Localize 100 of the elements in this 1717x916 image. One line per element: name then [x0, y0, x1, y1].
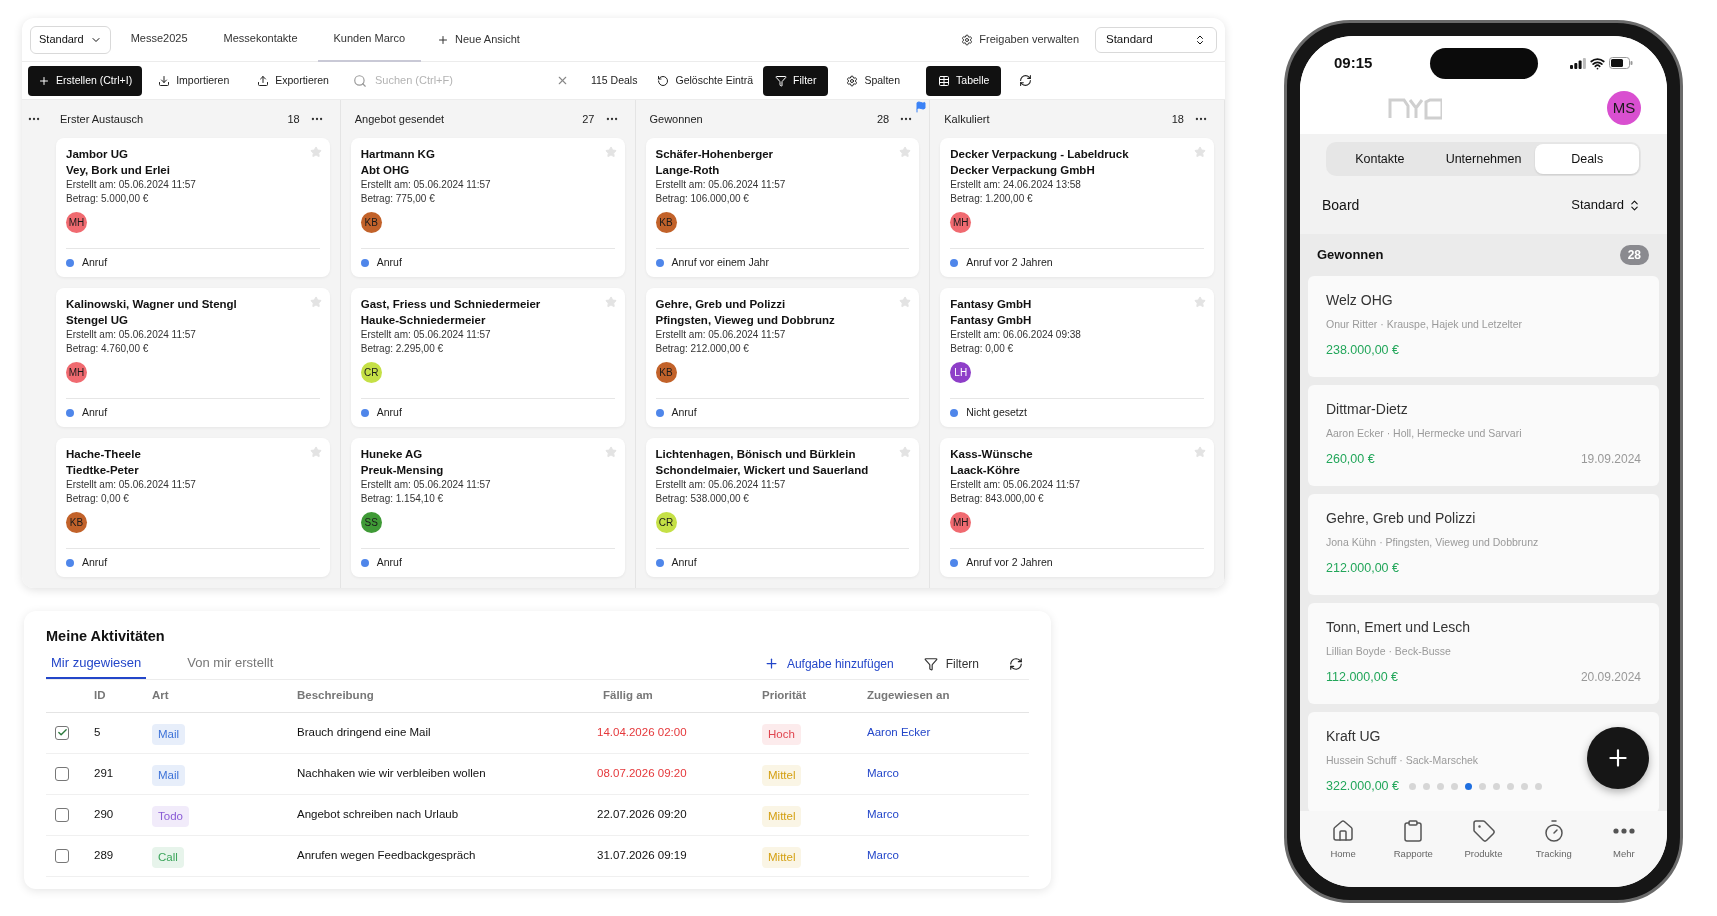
row-checkbox[interactable]: [55, 848, 69, 863]
deal-card[interactable]: Gehre, Greb und Polizzi Pfingsten, Vieweg und Dobbrunz Erstellt am: 05.06.2024 11:57 Betrag: 212.000,00 € KB Anruf: [645, 288, 920, 427]
new-view-button[interactable]: Neue Ansicht: [425, 25, 532, 54]
column-title: Angebot gesendet: [354, 111, 445, 127]
columns-button[interactable]: Spalten: [832, 65, 915, 96]
create-button[interactable]: Erstellen (Ctrl+I): [28, 65, 143, 96]
nav-item[interactable]: Tracking: [1518, 819, 1589, 887]
assignee-link[interactable]: Marco: [867, 765, 1029, 783]
deleted-entries-button[interactable]: Gelöschte Einträ: [651, 65, 760, 96]
deal-card[interactable]: Schäfer-Hohenberger Lange-Roth Erstellt am: 05.06.2024 11:57 Betrag: 106.000,00 € KB Anruf vor einem Jahr: [645, 138, 920, 277]
assignee-link[interactable]: Aaron Ecker: [867, 724, 1029, 742]
assignee-link[interactable]: Marco: [867, 806, 1029, 824]
search-field[interactable]: Suchen (Ctrl+F): [374, 72, 548, 89]
view-select[interactable]: Standard: [30, 25, 111, 54]
segment-tab[interactable]: Kontakte: [1328, 144, 1432, 174]
view-dropdown[interactable]: Standard: [1095, 26, 1217, 53]
deal-date: 19.09.2024: [1580, 451, 1641, 469]
star-icon[interactable]: [604, 296, 617, 308]
deal-card[interactable]: Kalinowski, Wagner und Stengl Stengel UG Erstellt am: 05.06.2024 11:57 Betrag: 4.760,00 € MH Anruf: [56, 288, 330, 427]
deal-card[interactable]: Welz OHG Onur Ritter · Krauspe, Hajek und Letzelter 238.000,00 €: [1308, 276, 1659, 377]
deal-title: Gehre, Greb und Polizzi: [655, 297, 786, 312]
star-icon[interactable]: [309, 446, 322, 458]
home-icon: [1331, 819, 1356, 843]
add-task-button[interactable]: Aufgabe hinzufügen: [763, 648, 894, 679]
nav-item[interactable]: Home: [1308, 819, 1379, 887]
activity-label: Anruf: [82, 255, 108, 271]
export-button[interactable]: Exportieren: [245, 65, 341, 96]
activity-label: Anruf: [376, 255, 402, 271]
refresh-icon[interactable]: [1009, 656, 1023, 671]
avatar: KB: [66, 512, 87, 533]
deal-title: Hartmann KG: [360, 147, 435, 162]
avatar: MH: [66, 212, 87, 233]
activity-label: Anruf: [376, 555, 402, 571]
star-icon[interactable]: [604, 146, 617, 158]
refresh-icon[interactable]: [1019, 74, 1033, 87]
deal-card[interactable]: Gast, Friess und Schniedermeier Hauke-Schniedermeier Erstellt am: 05.06.2024 11:57 Betrag: 2.295,00 € CR Anruf: [350, 288, 625, 427]
activity-id: 289: [94, 848, 115, 864]
column-count: 18: [1171, 111, 1184, 127]
filter-button[interactable]: Filtern: [923, 648, 979, 679]
segment-tab[interactable]: Unternehmen: [1431, 144, 1536, 174]
deal-card[interactable]: Jambor UG Vey, Bork und Erlei Erstellt am: 05.06.2024 11:57 Betrag: 5.000,00 € MH Anruf: [56, 138, 330, 277]
column-title: Erster Austausch: [60, 111, 144, 127]
deal-card[interactable]: Hartmann KG Abt OHG Erstellt am: 05.06.2024 11:57 Betrag: 775,00 € KB Anruf: [350, 138, 625, 277]
deal-subtitle: Onur Ritter · Krauspe, Hajek und Letzelter: [1326, 317, 1523, 332]
type-tag: Call: [152, 846, 184, 868]
activity-description: Nachhaken wie wir verbleiben wollen: [297, 766, 487, 782]
activity-label: Anruf vor einem Jahr: [671, 255, 769, 271]
due-date: 08.07.2026 09:20: [597, 766, 688, 782]
column-header: Art: [152, 688, 170, 704]
share-button[interactable]: Freigaben verwalten: [953, 25, 1087, 54]
deal-card[interactable]: Hache-Theele Tiedtke-Peter Erstellt am: 05.06.2024 11:57 Betrag: 0,00 € KB Anruf: [56, 438, 330, 577]
deal-card[interactable]: Kass-Wünsche Laack-Köhre Erstellt am: 05.06.2024 11:57 Betrag: 843.000,00 € MH Anruf vor 2 Jahren: [940, 438, 1214, 577]
segment-tab[interactable]: Deals: [1535, 144, 1639, 174]
view-tab[interactable]: Messe2025: [114, 18, 204, 62]
assignee-link[interactable]: Marco: [867, 847, 1029, 865]
nav-item[interactable]: Rapporte: [1378, 819, 1449, 887]
deal-card[interactable]: Fantasy GmbH Fantasy GmbH Erstellt am: 06.06.2024 09:38 Betrag: 0,00 € LH Nicht gesetzt: [940, 288, 1214, 427]
star-icon[interactable]: [899, 446, 912, 458]
deal-card[interactable]: Decker Verpackung - Labeldruck Decker Verpackung GmbH Erstellt am: 24.06.2024 13:58 Betrag: 1.200,00 € MH Anruf vor 2 Jahren: [940, 138, 1214, 277]
view-tab[interactable]: Kunden Marco: [317, 18, 422, 62]
deal-card[interactable]: Huneke AG Preuk-Mensing Erstellt am: 05.06.2024 11:57 Betrag: 1.154,10 € SS Anruf: [350, 438, 625, 577]
deal-title: Hache-Theele: [66, 447, 141, 462]
deal-card[interactable]: Dittmar-Dietz Aaron Ecker · Holl, Hermecke und Sarvari 260,00 € 19.09.2024: [1308, 385, 1659, 486]
row-checkbox[interactable]: [55, 807, 69, 822]
row-checkbox[interactable]: [55, 766, 69, 781]
deal-card[interactable]: Lichtenhagen, Bönisch und Bürklein Schondelmaier, Wickert und Sauerland Erstellt am: 05.06.2024 11:57 Betrag: 538.000,00 € CR Anruf: [645, 438, 920, 577]
column-title: Gewonnen: [649, 111, 703, 127]
star-icon[interactable]: [309, 296, 322, 308]
deal-amount: 112.000,00 €: [1326, 668, 1399, 686]
activity-label: Anruf: [82, 405, 108, 421]
activity-tab[interactable]: Mir zugewiesen: [46, 648, 147, 679]
nav-item[interactable]: Mehr: [1588, 819, 1659, 887]
download-icon: [158, 74, 171, 87]
star-icon[interactable]: [1194, 146, 1206, 158]
activity-label: Anruf: [376, 405, 402, 421]
import-button[interactable]: Importieren: [146, 65, 242, 96]
deal-card[interactable]: Tonn, Emert und Lesch Lillian Boyde · Beck-Busse 112.000,00 € 20.09.2024: [1308, 603, 1659, 704]
star-icon[interactable]: [1194, 296, 1206, 308]
deal-card[interactable]: Gehre, Greb und Polizzi Jona Kühn · Pfingsten, Vieweg und Dobbrunz 212.000,00 €: [1308, 494, 1659, 595]
star-icon[interactable]: [604, 446, 617, 458]
activity-tab[interactable]: Von mir erstellt: [182, 648, 279, 679]
table-button[interactable]: Tabelle: [926, 65, 1002, 96]
row-checkbox[interactable]: [55, 725, 69, 740]
deal-date: 20.09.2024: [1580, 669, 1641, 687]
view-tab[interactable]: Messekontakte: [207, 18, 314, 62]
nav-item[interactable]: Produkte: [1448, 819, 1519, 887]
created-date: Erstellt am: 05.06.2024 11:57: [360, 478, 492, 492]
created-date: Erstellt am: 05.06.2024 11:57: [655, 328, 787, 342]
company-name: Tiedtke-Peter: [66, 463, 139, 478]
avatar: MH: [66, 362, 87, 383]
star-icon[interactable]: [309, 146, 322, 158]
plus-icon: [763, 656, 779, 672]
star-icon[interactable]: [1194, 446, 1206, 458]
deal-amount: Betrag: 1.200,00 €: [950, 192, 1034, 206]
company-name: Lange-Roth: [655, 163, 720, 178]
deal-card[interactable]: Kraft UG Hussein Schuff · Sack-Marschek 322.000,00 €: [1308, 712, 1659, 811]
star-icon[interactable]: [899, 146, 912, 158]
filter-button[interactable]: Filter: [763, 65, 829, 96]
board-view-select[interactable]: Standard: [1571, 195, 1641, 215]
star-icon[interactable]: [899, 296, 912, 308]
